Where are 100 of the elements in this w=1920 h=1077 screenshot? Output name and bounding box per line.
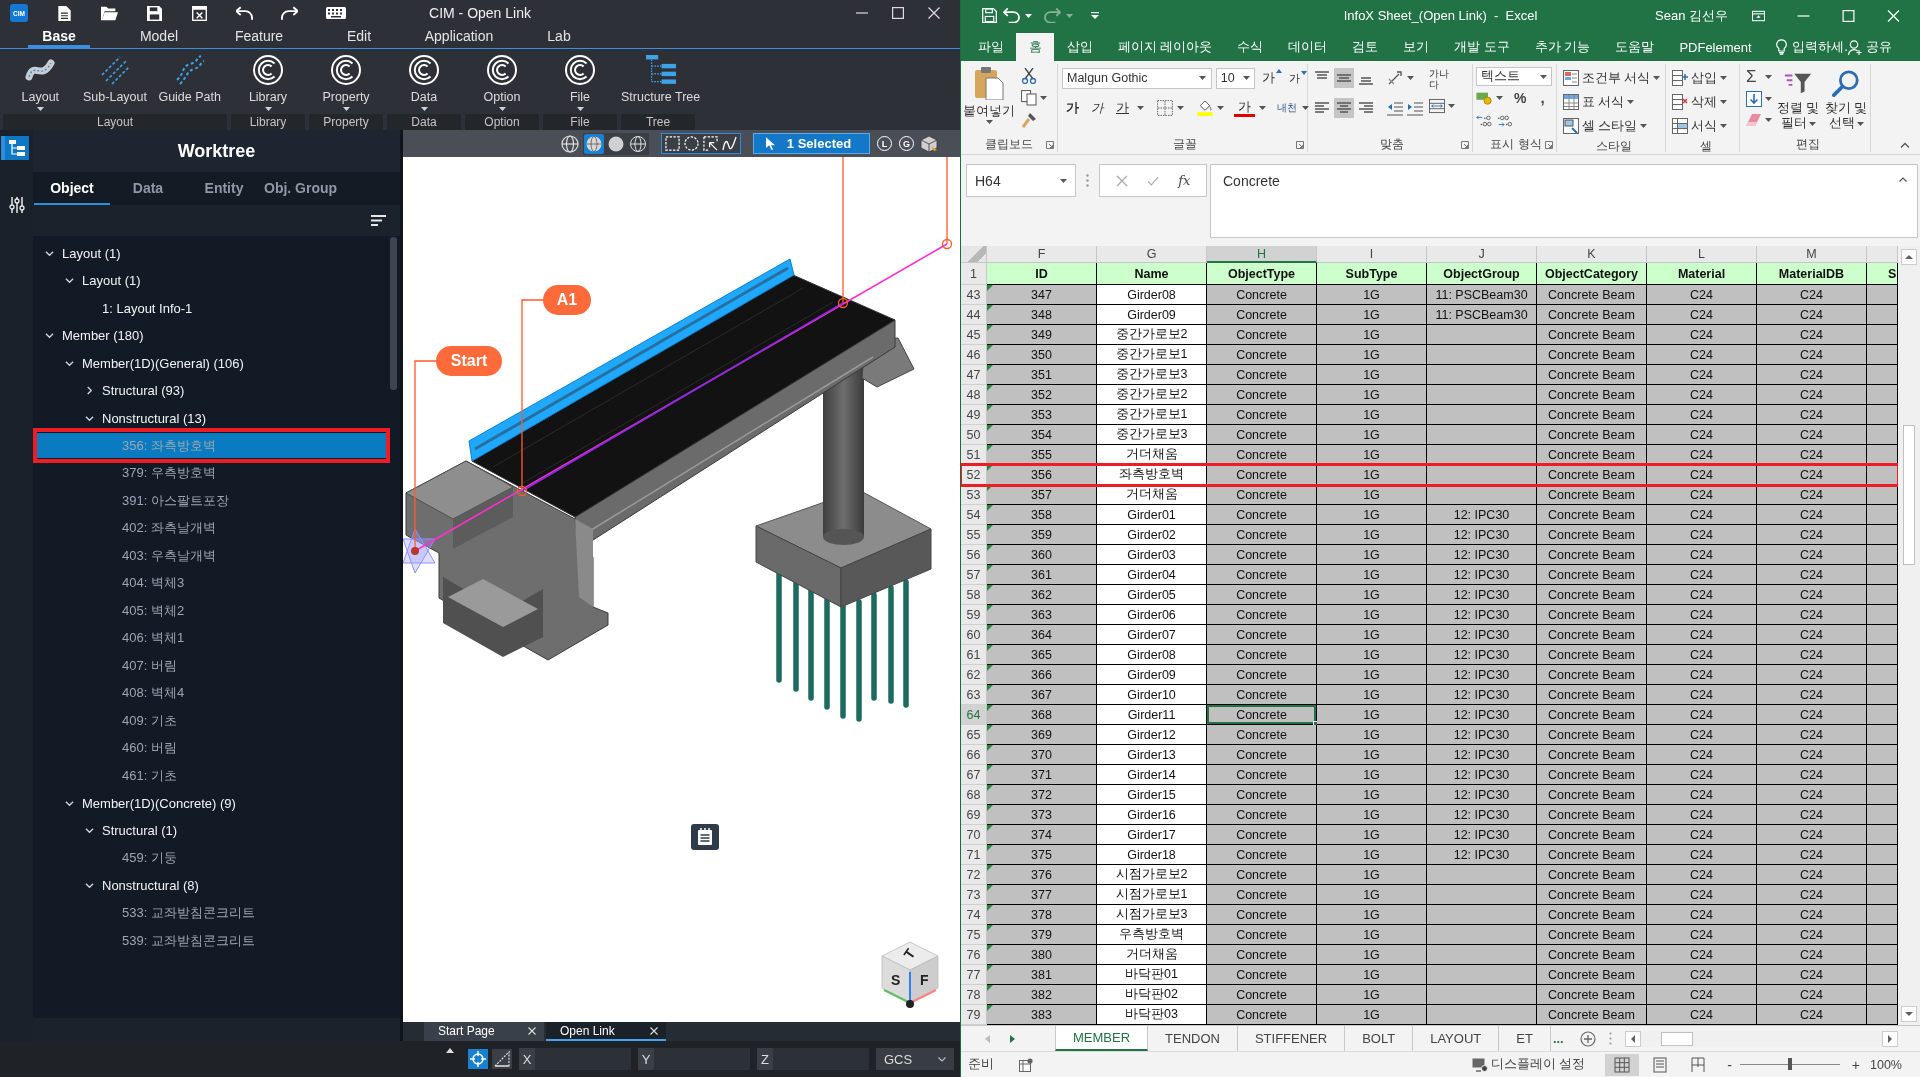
comma-button[interactable]: , [1537, 89, 1548, 106]
tree-item[interactable]: 379: 우측방호벽 [37, 460, 386, 486]
column-header[interactable]: L [1647, 246, 1757, 263]
font-color-button[interactable]: 가 [1234, 99, 1255, 117]
tree-item[interactable]: 406: 벽체1 [37, 625, 386, 651]
column-header[interactable]: K [1537, 246, 1647, 263]
shaded-sphere-icon[interactable] [584, 133, 604, 154]
chevron-icon[interactable] [85, 826, 94, 835]
underline-button[interactable]: 가 [1112, 99, 1133, 117]
column-header[interactable]: F [987, 246, 1097, 263]
row-header[interactable]: 79 [961, 1005, 987, 1025]
chevron-up-icon[interactable] [1899, 177, 1907, 182]
sheet-tab[interactable]: BOLT [1345, 1026, 1414, 1051]
down-arrow-box-icon[interactable] [1746, 91, 1762, 107]
caret-icon[interactable] [1177, 106, 1184, 110]
increase-indent-icon[interactable] [1407, 100, 1423, 116]
bold-button[interactable]: 가 [1062, 99, 1083, 117]
copy-icon[interactable] [1021, 90, 1037, 106]
vertical-dots-icon[interactable] [1608, 1032, 1612, 1045]
tree-item[interactable]: 402: 좌측날개벽 [37, 515, 386, 541]
sheet-tab[interactable]: LAYOUT [1413, 1026, 1500, 1051]
save-icon[interactable] [146, 5, 163, 21]
plus-circle-icon[interactable] [1579, 1030, 1596, 1047]
caret-icon[interactable] [1040, 96, 1047, 100]
ribbon-tab[interactable]: 검토 [1339, 33, 1391, 61]
corner-triangle-icon[interactable] [987, 485, 993, 491]
tree-item[interactable]: 533: 교좌받침콘크리트 [37, 900, 386, 926]
panel-tab[interactable]: Obj. Group [262, 172, 340, 205]
folder-icon[interactable] [101, 5, 118, 21]
ribbon-tab[interactable]: 삽입 [1054, 33, 1105, 61]
row-header[interactable]: 1 [961, 263, 987, 285]
style-menu-button[interactable]: 조건부 서식 [1563, 66, 1665, 90]
menu-tab[interactable]: Model [125, 26, 193, 48]
caret-icon[interactable] [1407, 76, 1414, 80]
chevron-icon[interactable] [85, 881, 94, 890]
display-settings-button[interactable]: 디스플레이 설정 [1471, 1056, 1586, 1073]
cell-menu-button[interactable]: 삭제 [1672, 90, 1739, 114]
more-sheets-button[interactable]: ... [1550, 1026, 1570, 1051]
row-header[interactable]: 66 [961, 745, 987, 765]
panel-tab[interactable]: Entity [186, 172, 262, 205]
row-header[interactable]: 55 [961, 525, 987, 545]
caret-up-icon[interactable] [446, 1048, 454, 1053]
row-header[interactable]: 78 [961, 985, 987, 1005]
autosum-button[interactable]: Σ [1746, 68, 1762, 86]
close-file-icon[interactable] [191, 5, 208, 21]
row-header[interactable]: 76 [961, 945, 987, 965]
chevron-icon[interactable] [65, 358, 74, 368]
row-header[interactable]: 45 [961, 325, 987, 345]
phonetic-button[interactable]: 내천 [1276, 101, 1298, 115]
corner-triangle-icon[interactable] [987, 465, 993, 471]
wireframe-sphere-icon[interactable] [628, 133, 648, 154]
notepad-icon[interactable] [691, 824, 719, 850]
globe-icon[interactable] [561, 134, 579, 153]
find-select-button[interactable]: 찾기 및 선택 [1824, 66, 1868, 136]
menu-tab[interactable]: Edit [332, 26, 386, 48]
panel-tab[interactable]: Object [34, 172, 110, 205]
circle-select-icon[interactable] [684, 136, 699, 151]
ribbon-tab[interactable]: 홈 [1016, 33, 1054, 61]
tree-view-icon[interactable] [4, 136, 29, 160]
tree-item[interactable]: Layout (1) [37, 268, 386, 293]
grid-view-icon[interactable] [1605, 1053, 1640, 1076]
tree-item[interactable]: Layout (1) [37, 240, 386, 266]
corner-arrow-icon[interactable] [1545, 140, 1553, 149]
menu-tab[interactable]: Lab [533, 26, 585, 48]
tree-item[interactable]: 407: 버림 [37, 653, 386, 678]
caret-icon[interactable] [1217, 106, 1224, 110]
caret-icon[interactable] [1765, 75, 1772, 79]
font-name-field[interactable]: Malgun Gothic [1062, 67, 1212, 89]
tree-item[interactable]: 460: 버림 [37, 735, 386, 761]
row-header[interactable]: 71 [961, 845, 987, 865]
ribbon-button[interactable]: Property [309, 49, 383, 114]
column-header[interactable]: I [1317, 246, 1427, 263]
coordinate-field[interactable] [654, 1048, 750, 1070]
polyline-select-icon[interactable] [722, 136, 737, 151]
undo-icon[interactable] [236, 5, 253, 21]
close-icon[interactable] [650, 1026, 658, 1035]
undo-icon[interactable] [1003, 8, 1020, 23]
tree-item[interactable]: 405: 벽체2 [37, 598, 386, 623]
row-header[interactable]: 48 [961, 385, 987, 405]
row-header[interactable]: 70 [961, 825, 987, 845]
paintbrush-icon[interactable] [1021, 112, 1037, 128]
tree-item[interactable]: Structural (93) [37, 378, 386, 403]
row-header[interactable]: 63 [961, 685, 987, 705]
row-header[interactable]: 65 [961, 725, 987, 745]
row-header[interactable]: 44 [961, 305, 987, 325]
row-header[interactable]: 73 [961, 885, 987, 905]
ribbon-tab[interactable]: 파일 [965, 33, 1016, 61]
scrollbar-thumb[interactable] [1660, 1031, 1693, 1046]
row-header[interactable]: 57 [961, 565, 987, 585]
row-header[interactable]: 61 [961, 645, 987, 665]
scroll-right-icon[interactable] [1882, 1030, 1898, 1047]
paste-button[interactable]: 붙여넣기 [961, 64, 1017, 136]
row-header[interactable]: 60 [961, 625, 987, 645]
row-header[interactable]: 75 [961, 925, 987, 945]
tree-item[interactable]: 409: 기초 [37, 708, 386, 733]
close-icon[interactable] [928, 7, 940, 19]
maximize-icon[interactable] [892, 7, 904, 19]
row-header[interactable]: 74 [961, 905, 987, 925]
align-middle-icon[interactable] [1334, 68, 1354, 88]
column-header[interactable]: G [1097, 246, 1207, 263]
